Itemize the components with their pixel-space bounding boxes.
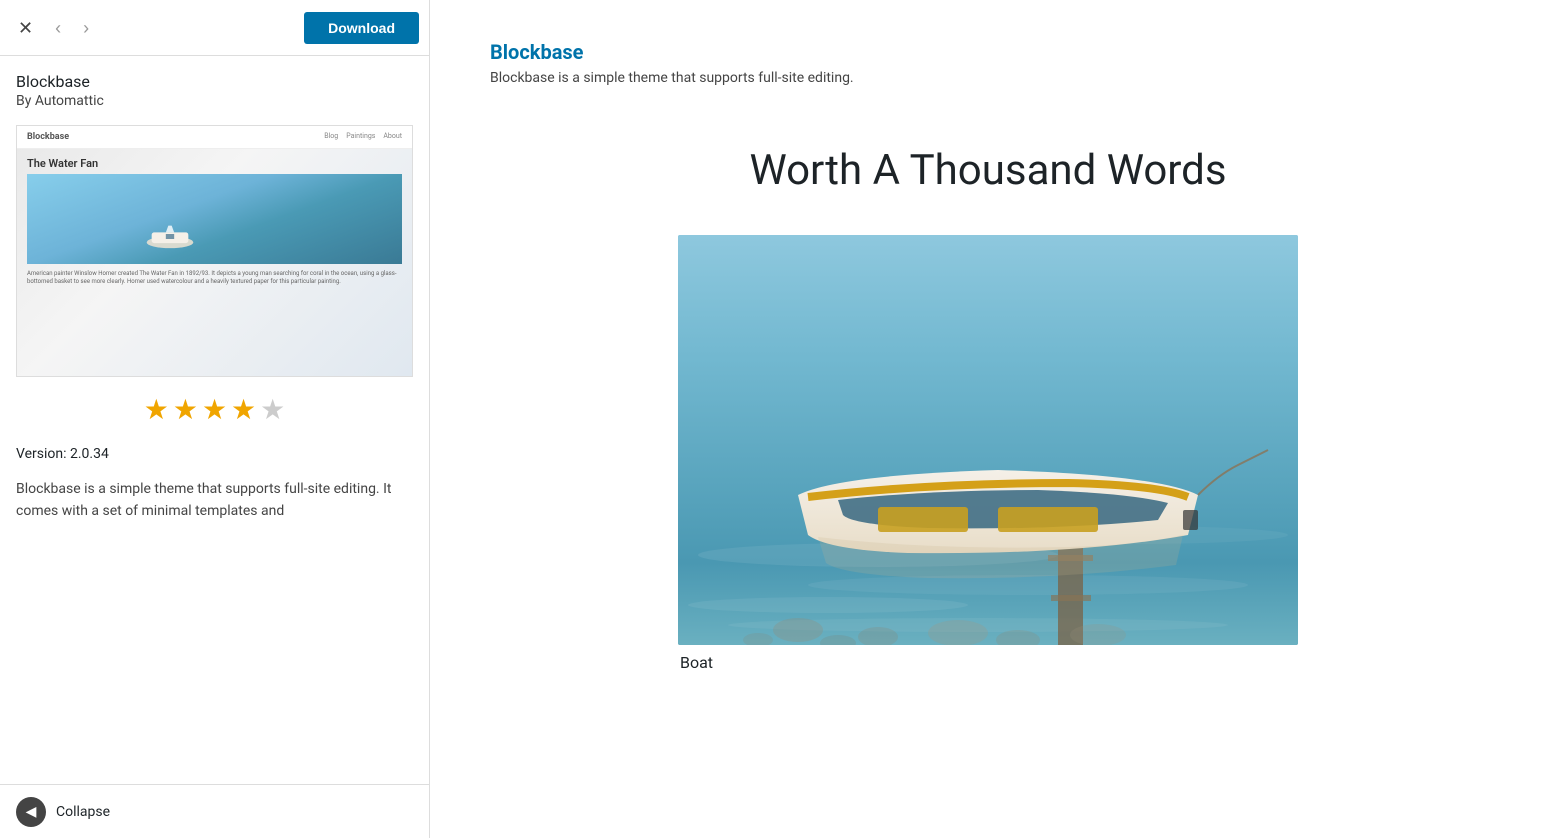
sidebar-content: Blockbase By Automattic Blockbase Blog P…	[0, 56, 429, 784]
star-5-empty: ★	[260, 393, 285, 426]
star-2: ★	[173, 393, 198, 426]
preview-body-text: American painter Winslow Homer created T…	[17, 264, 412, 293]
collapse-bar[interactable]: ◀ Collapse	[0, 784, 429, 838]
version-info: Version: 2.0.34	[16, 446, 413, 462]
image-caption: Boat	[678, 653, 1298, 672]
boat-scene-svg	[678, 235, 1298, 645]
content-heading: Worth A Thousand Words	[490, 146, 1486, 195]
star-1: ★	[144, 393, 169, 426]
boat-image-container: Boat	[678, 235, 1298, 672]
preview-hero-title: The Water Fan	[17, 149, 412, 174]
collapse-arrow-icon: ◀	[16, 797, 46, 827]
star-4: ★	[231, 393, 256, 426]
preview-hero-image	[27, 174, 402, 264]
preview-boat-icon	[140, 224, 200, 249]
close-button[interactable]: ✕	[10, 15, 41, 41]
rating-stars: ★ ★ ★ ★ ★	[16, 393, 413, 426]
detail-description: Blockbase is a simple theme that support…	[490, 70, 1486, 86]
preview-nav: Blog Paintings About	[324, 132, 402, 142]
preview-site-name: Blockbase	[27, 132, 69, 142]
toolbar: ✕ ‹ › Download	[0, 0, 429, 56]
detail-title: Blockbase	[490, 40, 1486, 64]
right-panel: Blockbase Blockbase is a simple theme th…	[430, 0, 1546, 838]
preview-image: Blockbase Blog Paintings About The Water…	[17, 126, 412, 376]
star-3: ★	[202, 393, 227, 426]
theme-author: By Automattic	[16, 93, 413, 109]
theme-preview-thumbnail[interactable]: Blockbase Blog Paintings About The Water…	[16, 125, 413, 377]
theme-name: Blockbase	[16, 72, 413, 91]
left-panel: ✕ ‹ › Download Blockbase By Automattic B…	[0, 0, 430, 838]
boat-image	[678, 235, 1298, 645]
theme-description: Blockbase is a simple theme that support…	[16, 478, 413, 523]
preview-header: Blockbase Blog Paintings About	[17, 126, 412, 149]
forward-button[interactable]: ›	[75, 15, 97, 41]
collapse-label: Collapse	[56, 804, 110, 820]
download-button[interactable]: Download	[304, 12, 419, 44]
back-button[interactable]: ‹	[47, 15, 69, 41]
